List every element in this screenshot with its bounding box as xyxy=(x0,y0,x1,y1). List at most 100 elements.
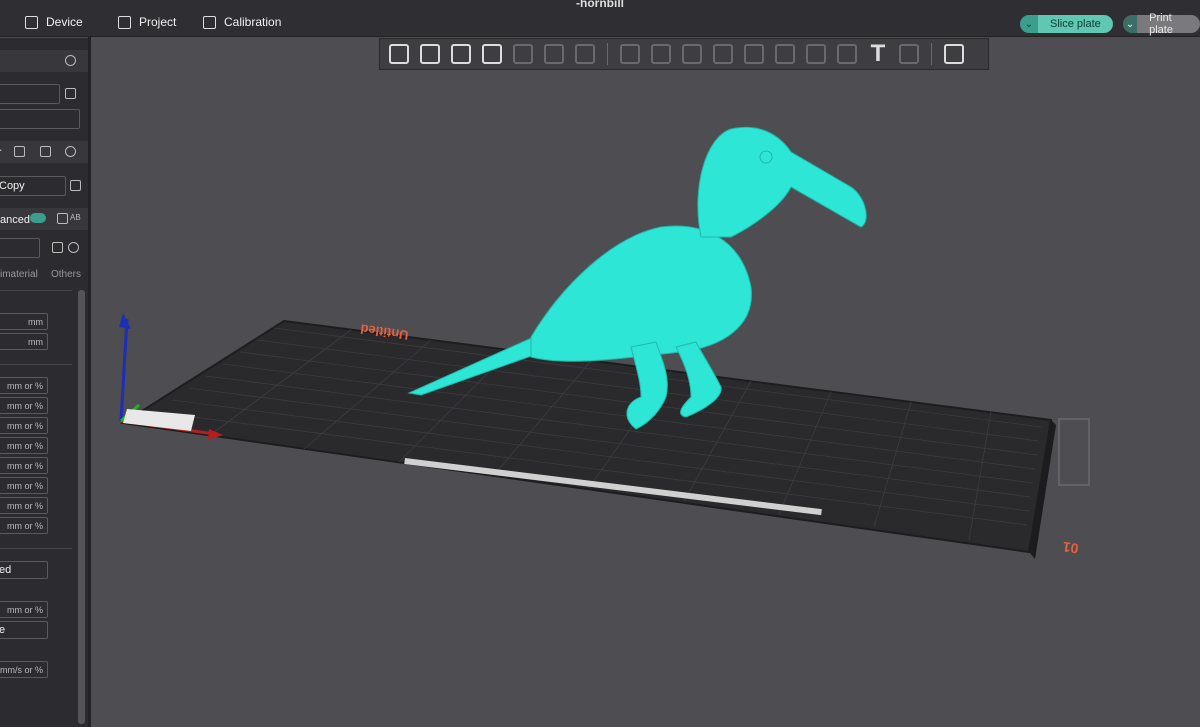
lay-on-face-button[interactable] xyxy=(710,41,736,67)
option-value: e xyxy=(0,624,6,636)
support-paint-icon xyxy=(806,44,826,64)
unit-label: mm or % xyxy=(7,440,43,451)
scale-button[interactable] xyxy=(679,41,705,67)
seam-value: ed xyxy=(0,564,12,576)
auto-orient-button[interactable] xyxy=(448,41,474,67)
print-plate-button[interactable]: ⌄ Print plate xyxy=(1123,12,1200,36)
process-icon-partial: ⁃ xyxy=(0,143,3,159)
unit-label: mm xyxy=(28,336,43,347)
line-width-field[interactable]: mm or % xyxy=(0,377,48,394)
slice-plate-label: Slice plate xyxy=(1038,15,1113,33)
divider xyxy=(0,364,72,365)
line-width-field[interactable]: mm or % xyxy=(0,437,48,454)
measure-button[interactable] xyxy=(896,41,922,67)
translate-icon[interactable]: AB xyxy=(70,213,81,224)
search-icon[interactable] xyxy=(68,242,79,253)
rotate-button[interactable] xyxy=(648,41,674,67)
add-object-icon xyxy=(389,44,409,64)
assembly-icon xyxy=(944,44,964,64)
device-icon xyxy=(25,15,38,29)
tab-multimaterial[interactable]: imaterial xyxy=(0,269,38,280)
line-width-field[interactable]: mm or % xyxy=(0,397,48,414)
document-title: -hornbill xyxy=(576,0,624,10)
layer-height-field[interactable]: mm xyxy=(0,313,48,330)
unit-label: mm or % xyxy=(7,480,43,491)
text-tool-button[interactable]: T xyxy=(865,41,891,67)
split-objects-button[interactable] xyxy=(510,41,536,67)
assembly-button[interactable] xyxy=(941,41,967,67)
viewport-toolbar: T xyxy=(379,38,989,70)
line-width-field[interactable]: mm or % xyxy=(0,417,48,434)
layers-button[interactable] xyxy=(572,41,598,67)
3d-viewport[interactable]: Untitled 01 xyxy=(91,37,1200,727)
unit-label: mm or % xyxy=(7,400,43,411)
edit-process-icon[interactable] xyxy=(70,180,81,191)
option-select[interactable]: e xyxy=(0,621,48,639)
layers-icon xyxy=(575,44,595,64)
line-width-field[interactable]: mm or % xyxy=(0,457,48,474)
rotate-icon xyxy=(651,44,671,64)
model-eye xyxy=(759,150,773,164)
boolean-icon xyxy=(775,44,795,64)
search-settings-input[interactable] xyxy=(0,238,40,258)
unit-label: mm or % xyxy=(7,500,43,511)
settings-sidebar: ⁃ Copy anced AB imaterial Others mm mm m… xyxy=(0,38,88,727)
move-button[interactable] xyxy=(617,41,643,67)
unit-label: mm xyxy=(28,316,43,327)
arrange-button[interactable] xyxy=(479,41,505,67)
tab-others[interactable]: Others xyxy=(51,269,81,280)
line-width-field[interactable]: mm or % xyxy=(0,497,48,514)
tab-device-label: Device xyxy=(46,15,83,29)
print-dropdown-icon[interactable]: ⌄ xyxy=(1123,15,1138,33)
tab-device[interactable]: Device xyxy=(25,15,83,29)
add-plate-button[interactable] xyxy=(417,41,443,67)
speed-field[interactable]: mm/s or % xyxy=(0,661,48,678)
split-parts-icon xyxy=(544,44,564,64)
divider xyxy=(0,548,72,549)
plate-number: 01 xyxy=(1062,539,1080,557)
seam-position-select[interactable]: ed xyxy=(0,561,48,579)
top-bar: -hornbill Device Project Calibration ⌄ S… xyxy=(0,0,1200,37)
print-plate-label: Print plate xyxy=(1137,12,1200,36)
seam-paint-icon xyxy=(837,44,857,64)
unit-label: mm or % xyxy=(7,460,43,471)
process-preset-select[interactable]: Copy xyxy=(0,176,66,196)
move-icon xyxy=(620,44,640,64)
save-icon[interactable] xyxy=(52,242,63,253)
edit-printer-icon[interactable] xyxy=(65,88,76,99)
cut-button[interactable] xyxy=(741,41,767,67)
unit-label: mm or % xyxy=(7,520,43,531)
compare-icon[interactable] xyxy=(14,146,25,157)
printer-select[interactable] xyxy=(0,84,60,104)
compare-presets-icon[interactable] xyxy=(57,213,68,224)
measure-icon xyxy=(899,44,919,64)
wipe-distance-field[interactable]: mm or % xyxy=(0,601,48,618)
add-object-button[interactable] xyxy=(386,41,412,67)
boolean-button[interactable] xyxy=(772,41,798,67)
tab-calibration[interactable]: Calibration xyxy=(203,15,281,29)
plate-type-select[interactable] xyxy=(0,109,80,129)
support-paint-button[interactable] xyxy=(803,41,829,67)
process-settings-icon[interactable] xyxy=(65,146,76,157)
split-objects-icon xyxy=(513,44,533,64)
line-width-field[interactable]: mm or % xyxy=(0,517,48,534)
seam-paint-button[interactable] xyxy=(834,41,860,67)
scale-icon xyxy=(682,44,702,64)
printer-settings-icon[interactable] xyxy=(65,55,76,66)
process-preset-value: Copy xyxy=(0,180,25,192)
text-tool-icon: T xyxy=(870,40,886,67)
slice-dropdown-icon[interactable]: ⌄ xyxy=(1020,15,1038,33)
tab-project-label: Project xyxy=(139,15,177,29)
save-preset-icon[interactable] xyxy=(40,146,51,157)
unit-label: mm/s or % xyxy=(0,664,43,675)
slice-plate-button[interactable]: ⌄ Slice plate xyxy=(1020,15,1113,33)
tab-project[interactable]: Project xyxy=(118,15,176,29)
line-width-field[interactable]: mm or % xyxy=(0,477,48,494)
toolbar-divider xyxy=(607,43,608,65)
advanced-toggle[interactable] xyxy=(30,213,46,223)
sidebar-scrollbar[interactable] xyxy=(78,290,85,724)
initial-layer-height-field[interactable]: mm xyxy=(0,333,48,350)
split-parts-button[interactable] xyxy=(541,41,567,67)
arrange-icon xyxy=(482,44,502,64)
unit-label: mm or % xyxy=(7,420,43,431)
